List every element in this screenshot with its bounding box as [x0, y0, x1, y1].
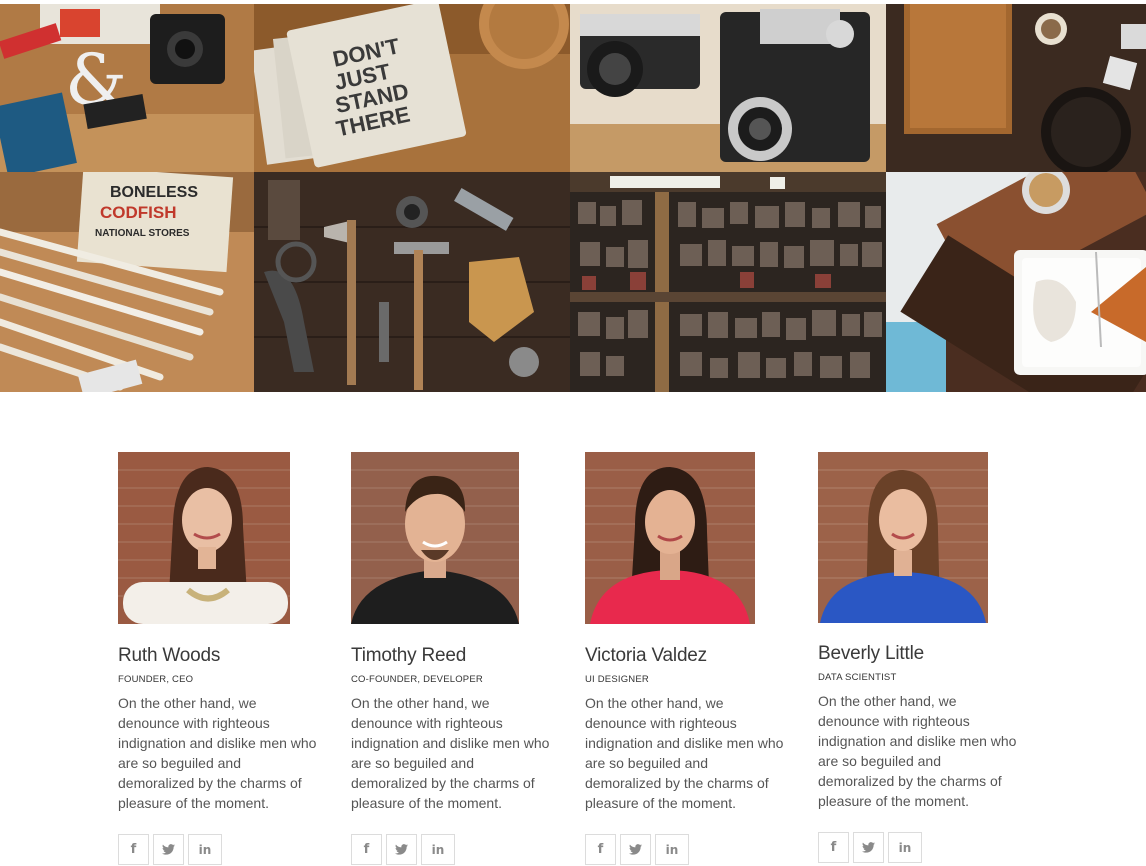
team-member-photo — [118, 452, 290, 624]
team-member-card: Victoria Valdez UI DESIGNER On the other… — [585, 452, 790, 865]
team-member-role: DATA SCIENTIST — [818, 672, 897, 683]
team-member-role: UI DESIGNER — [585, 674, 649, 685]
linkedin-button[interactable]: in — [421, 834, 455, 865]
team-member-bio: On the other hand, we denounce with righ… — [351, 695, 550, 811]
gallery-image-pencils[interactable]: BONELESS CODFISH NATIONAL STORES — [0, 172, 254, 392]
team-member-role: FOUNDER, CEO — [118, 674, 194, 685]
linkedin-button[interactable]: in — [888, 832, 922, 863]
facebook-button[interactable]: f — [118, 834, 149, 865]
gallery-image-cake[interactable] — [886, 172, 1146, 392]
social-links: f in — [818, 832, 1023, 863]
linkedin-button[interactable]: in — [188, 834, 222, 865]
twitter-icon — [629, 844, 642, 855]
team-member-card: Timothy Reed CO-FOUNDER, DEVELOPER On th… — [351, 452, 556, 865]
team-member-bio: On the other hand, we denounce with righ… — [585, 695, 784, 811]
social-links: f in — [585, 834, 790, 865]
twitter-button[interactable] — [386, 834, 417, 865]
team-member-card: Beverly Little DATA SCIENTIST On the oth… — [818, 452, 1023, 863]
facebook-icon: f — [363, 842, 370, 857]
facebook-icon: f — [830, 840, 837, 855]
gallery-image-kitchen[interactable] — [886, 4, 1146, 172]
facebook-button[interactable]: f — [818, 832, 849, 863]
svg-text:BONELESS: BONELESS — [110, 184, 198, 201]
team-member-photo — [818, 452, 988, 623]
facebook-button[interactable]: f — [351, 834, 382, 865]
team-member-bio: On the other hand, we denounce with righ… — [118, 695, 317, 811]
team-member-name: Victoria Valdez — [585, 645, 707, 666]
team-member-photo — [351, 452, 519, 624]
team-member-role: CO-FOUNDER, DEVELOPER — [351, 674, 483, 685]
social-links: f in — [351, 834, 556, 865]
photo-gallery: & DON'T JUST STAND THERE BONELESS CODFIS… — [0, 0, 1146, 392]
gallery-image-tools[interactable] — [254, 172, 570, 392]
twitter-button[interactable] — [853, 832, 884, 863]
linkedin-icon: in — [198, 842, 212, 857]
gallery-image-desk[interactable]: & — [0, 4, 254, 172]
team-member-card: Ruth Woods FOUNDER, CEO On the other han… — [118, 452, 323, 865]
gallery-image-letterpress[interactable] — [570, 172, 886, 392]
team-member-photo — [585, 452, 755, 624]
team-member-name: Timothy Reed — [351, 645, 467, 666]
twitter-icon — [395, 844, 408, 855]
gallery-image-cameras[interactable] — [570, 4, 886, 172]
twitter-button[interactable] — [153, 834, 184, 865]
twitter-icon — [162, 844, 175, 855]
facebook-icon: f — [597, 842, 604, 857]
twitter-button[interactable] — [620, 834, 651, 865]
svg-text:CODFISH: CODFISH — [100, 203, 177, 222]
social-links: f in — [118, 834, 323, 865]
team-member-name: Ruth Woods — [118, 645, 221, 666]
team-member-bio: On the other hand, we denounce with righ… — [818, 693, 1017, 809]
linkedin-icon: in — [431, 842, 445, 857]
linkedin-icon: in — [898, 840, 912, 855]
facebook-icon: f — [130, 842, 137, 857]
gallery-image-notebooks[interactable]: DON'T JUST STAND THERE — [254, 4, 570, 172]
facebook-button[interactable]: f — [585, 834, 616, 865]
linkedin-button[interactable]: in — [655, 834, 689, 865]
svg-text:NATIONAL STORES: NATIONAL STORES — [95, 228, 190, 239]
twitter-icon — [862, 842, 875, 853]
team-member-name: Beverly Little — [818, 643, 924, 664]
linkedin-icon: in — [665, 842, 679, 857]
